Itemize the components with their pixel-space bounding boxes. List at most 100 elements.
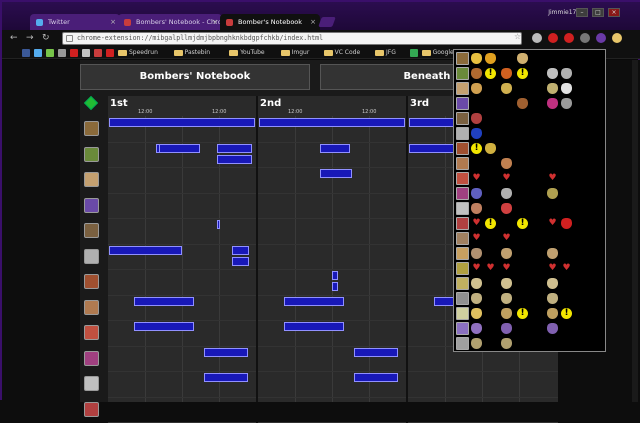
kafei-icon[interactable] bbox=[84, 197, 99, 213]
mask-icon[interactable] bbox=[471, 278, 482, 289]
close-icon[interactable]: × bbox=[310, 14, 316, 30]
event-bar[interactable] bbox=[320, 143, 350, 153]
character-avatar[interactable] bbox=[456, 277, 469, 290]
event-bar[interactable] bbox=[217, 143, 253, 153]
mask-icon[interactable] bbox=[547, 308, 558, 319]
red-icon[interactable] bbox=[94, 49, 102, 57]
bookmark-star-icon[interactable]: ☆ bbox=[514, 32, 521, 41]
youtube-icon[interactable] bbox=[70, 49, 78, 57]
heart-icon[interactable]: ♥ bbox=[501, 233, 512, 244]
event-bar[interactable] bbox=[109, 118, 255, 127]
extension-icon[interactable] bbox=[564, 33, 574, 43]
game-icon[interactable] bbox=[82, 49, 90, 57]
character-avatar[interactable] bbox=[456, 217, 469, 230]
mask-icon[interactable] bbox=[501, 278, 512, 289]
mask-icon[interactable] bbox=[471, 53, 482, 64]
postman-icon[interactable] bbox=[84, 325, 99, 340]
heart-icon[interactable]: ♥ bbox=[547, 173, 558, 184]
bomber-kid-icon[interactable] bbox=[84, 121, 99, 136]
minimize-button[interactable]: – bbox=[576, 8, 588, 17]
bookmark-jfg[interactable]: JFG bbox=[375, 48, 396, 58]
event-bar[interactable] bbox=[133, 296, 194, 306]
character-avatar[interactable] bbox=[456, 172, 469, 185]
mask-icon[interactable] bbox=[471, 188, 482, 199]
back-icon[interactable]: ← bbox=[10, 33, 18, 43]
mask-icon[interactable] bbox=[547, 248, 558, 259]
mask-icon[interactable] bbox=[501, 203, 512, 214]
facebook-icon[interactable] bbox=[22, 49, 30, 57]
character-avatar[interactable] bbox=[456, 262, 469, 275]
mask-icon[interactable] bbox=[471, 203, 482, 214]
event-bar[interactable] bbox=[332, 271, 338, 280]
event-bar[interactable] bbox=[133, 322, 194, 331]
gorman-icon[interactable] bbox=[84, 401, 99, 417]
event-bar[interactable] bbox=[158, 143, 200, 153]
mask-icon[interactable] bbox=[485, 53, 496, 64]
event-bar[interactable] bbox=[283, 296, 344, 306]
android-icon[interactable] bbox=[46, 49, 54, 57]
event-bar[interactable] bbox=[203, 373, 248, 382]
reload-icon[interactable]: ↻ bbox=[42, 33, 50, 43]
mask-icon[interactable] bbox=[471, 128, 482, 139]
character-avatar[interactable] bbox=[456, 82, 469, 95]
old-lady-icon[interactable] bbox=[84, 248, 99, 264]
character-avatar[interactable] bbox=[456, 292, 469, 305]
page-scrollbar[interactable] bbox=[632, 60, 638, 402]
heart-icon[interactable]: ♥ bbox=[561, 263, 572, 274]
mask-icon[interactable] bbox=[471, 83, 482, 94]
mask-icon[interactable] bbox=[561, 68, 572, 79]
event-bar[interactable] bbox=[203, 347, 248, 357]
extension-icon[interactable] bbox=[532, 33, 542, 43]
event-bar[interactable] bbox=[353, 373, 398, 382]
heart-icon[interactable]: ♥ bbox=[547, 218, 558, 229]
bookmark-vc-code[interactable]: VC Code bbox=[323, 48, 360, 58]
mask-icon[interactable] bbox=[501, 158, 512, 169]
curiosity-shop-man-icon[interactable] bbox=[84, 223, 99, 238]
tab-twitter[interactable]: Twitter × bbox=[30, 14, 120, 30]
smile-icon[interactable] bbox=[58, 49, 66, 57]
bookmark-pastebin[interactable]: Pastebin bbox=[173, 48, 210, 58]
mask-icon[interactable] bbox=[501, 83, 512, 94]
alert-icon[interactable]: ! bbox=[471, 143, 482, 154]
character-avatar[interactable] bbox=[456, 97, 469, 110]
heart-icon[interactable]: ♥ bbox=[471, 218, 482, 229]
alert-icon[interactable]: ! bbox=[561, 308, 572, 319]
new-tab-button[interactable] bbox=[318, 17, 336, 27]
mask-icon[interactable] bbox=[547, 98, 558, 109]
alert-icon[interactable]: ! bbox=[517, 218, 528, 229]
extension-icon[interactable] bbox=[612, 33, 622, 43]
event-bar[interactable] bbox=[231, 256, 250, 266]
link-icon[interactable] bbox=[84, 146, 99, 162]
heart-icon[interactable]: ♥ bbox=[471, 173, 482, 184]
event-bar[interactable] bbox=[231, 245, 250, 255]
character-avatar[interactable] bbox=[456, 307, 469, 320]
character-avatar[interactable] bbox=[456, 322, 469, 335]
event-bar[interactable] bbox=[332, 282, 338, 291]
alert-icon[interactable]: ! bbox=[485, 68, 496, 79]
event-bar[interactable] bbox=[109, 245, 182, 255]
mask-icon[interactable] bbox=[547, 68, 558, 79]
extension-icon[interactable] bbox=[548, 33, 558, 43]
heart-icon[interactable]: ♥ bbox=[547, 263, 558, 274]
event-bar[interactable] bbox=[217, 154, 253, 164]
character-avatar[interactable] bbox=[456, 232, 469, 245]
character-avatar[interactable] bbox=[456, 127, 469, 140]
address-bar[interactable]: chrome-extension://mibgalpllmjdmjbpbnghk… bbox=[62, 32, 522, 45]
alert-icon[interactable]: ! bbox=[517, 308, 528, 319]
mask-icon[interactable] bbox=[471, 308, 482, 319]
character-avatar[interactable] bbox=[456, 187, 469, 200]
character-avatar[interactable] bbox=[456, 247, 469, 260]
event-bar[interactable] bbox=[353, 347, 398, 357]
character-avatar[interactable] bbox=[456, 67, 469, 80]
character-avatar[interactable] bbox=[456, 142, 469, 155]
mask-icon[interactable] bbox=[501, 68, 512, 79]
mask-icon[interactable] bbox=[501, 323, 512, 334]
mask-icon[interactable] bbox=[471, 323, 482, 334]
forward-icon[interactable]: → bbox=[26, 33, 34, 43]
mask-icon[interactable] bbox=[517, 98, 528, 109]
bookmark-speedrun[interactable]: Speedrun bbox=[118, 48, 158, 58]
anju-icon[interactable] bbox=[84, 172, 99, 187]
close-icon[interactable]: × bbox=[212, 14, 218, 30]
nes-icon[interactable] bbox=[106, 49, 114, 57]
close-icon[interactable]: × bbox=[110, 14, 116, 30]
